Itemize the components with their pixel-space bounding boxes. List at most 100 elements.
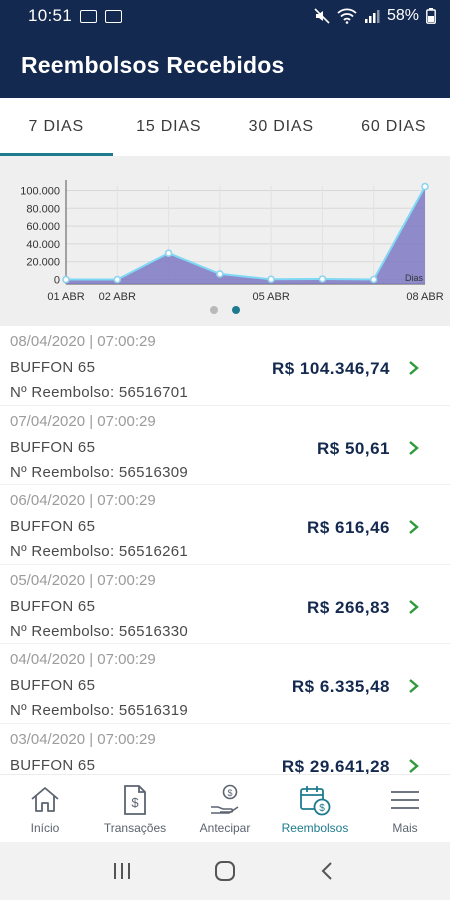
bottom-nav: Início $ Transações $ Antecipar $ Reembo… bbox=[0, 774, 450, 842]
data-point[interactable] bbox=[216, 270, 224, 278]
image-icon bbox=[105, 9, 123, 23]
y-tick-label: 20.000 bbox=[26, 257, 60, 269]
mute-icon bbox=[314, 8, 330, 24]
nav-label-reembolsos: Reembolsos bbox=[281, 821, 349, 835]
nav-inicio[interactable]: Início bbox=[0, 775, 90, 842]
battery-icon bbox=[426, 8, 436, 24]
reimbursement-chart[interactable]: 100.000 80.000 60.000 40.000 20.000 0 Dias 01 A… bbox=[0, 156, 450, 326]
data-point[interactable] bbox=[113, 275, 122, 284]
series-area bbox=[66, 186, 425, 284]
list-item[interactable]: 08/04/2020 | 07:00:29 BUFFON 65 Nº Reembol… bbox=[0, 326, 450, 406]
x-tick-label: 05 ABR bbox=[252, 291, 289, 303]
data-point[interactable] bbox=[164, 249, 173, 257]
nav-label-transacoes: Transações bbox=[103, 821, 167, 835]
item-name: BUFFON 65 bbox=[10, 597, 96, 615]
data-point[interactable] bbox=[267, 275, 275, 284]
item-reimbursement-number: Nº Reembolso: 56516309 bbox=[10, 463, 189, 481]
wifi-icon bbox=[337, 8, 357, 24]
svg-text:$: $ bbox=[319, 803, 325, 814]
tab-60-dias[interactable]: 60 DIAS bbox=[338, 98, 450, 156]
status-time: 10:51 bbox=[28, 6, 73, 25]
y-tick-label: 60.000 bbox=[26, 221, 60, 233]
list-item[interactable]: 06/04/2020 | 07:00:29 BUFFON 65 Nº Reembol… bbox=[0, 485, 450, 565]
tab-30-dias[interactable]: 30 DIAS bbox=[225, 98, 338, 156]
tab-15-dias[interactable]: 15 DIAS bbox=[113, 98, 226, 156]
chart-svg: 100.000 80.000 60.000 40.000 20.000 0 Dias 01 A… bbox=[20, 180, 444, 303]
chevron-right-icon[interactable] bbox=[408, 360, 420, 376]
item-date: 04/04/2020 | 07:00:29 bbox=[10, 651, 156, 668]
item-reimbursement-number: Nº Reembolso: 56516319 bbox=[10, 702, 189, 719]
nav-mais[interactable]: Mais bbox=[360, 775, 450, 842]
item-reimbursement-number: Nº Reembolso: 56516701 bbox=[10, 384, 189, 401]
data-point[interactable] bbox=[369, 275, 378, 284]
x-tick-label: 08 ABR bbox=[406, 291, 443, 303]
item-name: BUFFON 65 bbox=[10, 438, 96, 456]
list-item[interactable]: 07/04/2020 | 07:00:29 BUFFON 65 Nº Reembol… bbox=[0, 406, 450, 485]
hand-coin-icon: $ bbox=[211, 784, 239, 814]
nav-transacoes[interactable]: $ Transações bbox=[90, 775, 180, 842]
nav-label-antecipar: Antecipar bbox=[199, 821, 251, 835]
reimbursement-list: 08/04/2020 | 07:00:29 BUFFON 65 Nº Reembol… bbox=[0, 326, 450, 774]
chevron-right-icon[interactable] bbox=[408, 678, 420, 694]
pager-dot-2[interactable] bbox=[232, 306, 240, 314]
signal-icon bbox=[364, 10, 380, 23]
x-tick-label: 02 ABR bbox=[99, 291, 136, 303]
status-bar: 10:51 58% bbox=[0, 0, 450, 32]
series-line bbox=[66, 186, 426, 281]
item-name: BUFFON 65 bbox=[10, 359, 96, 376]
item-amount: R$ 6.335,48 bbox=[291, 677, 390, 696]
y-tick-label: 0 bbox=[54, 275, 60, 287]
calendar-dollar-icon: $ bbox=[300, 786, 331, 816]
period-tabs: 7 DIAS 15 DIAS 30 DIAS 60 DIAS bbox=[0, 98, 450, 156]
data-point[interactable] bbox=[62, 275, 70, 284]
home-button-icon[interactable] bbox=[213, 859, 237, 883]
nav-reembolsos[interactable]: $ Reembolsos bbox=[270, 775, 360, 842]
svg-text:$: $ bbox=[131, 795, 139, 810]
item-amount: R$ 266,83 bbox=[307, 597, 390, 617]
home-icon bbox=[31, 787, 59, 812]
item-amount: R$ 29.641,28 bbox=[281, 756, 390, 775]
item-amount: R$ 616,46 bbox=[307, 518, 390, 537]
x-unit-label: Dias bbox=[405, 273, 424, 283]
x-tick-label: 01 ABR bbox=[47, 291, 84, 303]
item-date: 05/04/2020 | 07:00:29 bbox=[10, 571, 156, 589]
list-item[interactable]: 03/04/2020 | 07:00:29 BUFFON 65 R$ 29.641,… bbox=[0, 724, 450, 775]
battery-percentage: 58% bbox=[386, 7, 419, 24]
y-tick-label: 80.000 bbox=[26, 203, 60, 215]
recent-apps-icon[interactable] bbox=[110, 859, 134, 883]
nav-label-inicio: Início bbox=[30, 821, 60, 835]
item-date: 06/04/2020 | 07:00:29 bbox=[10, 492, 156, 509]
item-amount: R$ 104.346,74 bbox=[271, 359, 390, 378]
data-point[interactable] bbox=[318, 275, 327, 283]
status-right: 58% bbox=[314, 7, 436, 25]
item-reimbursement-number: Nº Reembolso: 56516330 bbox=[10, 622, 189, 640]
item-name: BUFFON 65 bbox=[10, 518, 96, 535]
y-tick-label: 100.000 bbox=[20, 185, 60, 197]
notification-icon bbox=[80, 9, 98, 23]
app-bar: Reembolsos Recebidos bbox=[0, 32, 450, 98]
item-date: 08/04/2020 | 07:00:29 bbox=[10, 333, 156, 350]
chevron-right-icon[interactable] bbox=[408, 758, 420, 774]
page-title: Reembolsos Recebidos bbox=[21, 51, 285, 78]
chevron-right-icon[interactable] bbox=[408, 519, 420, 535]
list-item[interactable]: 05/04/2020 | 07:00:29 BUFFON 65 Nº Reembol… bbox=[0, 565, 450, 644]
pager-dot-1[interactable] bbox=[210, 306, 218, 314]
chart-pager bbox=[0, 306, 450, 314]
tab-7-dias[interactable]: 7 DIAS bbox=[0, 98, 113, 156]
list-item[interactable]: 04/04/2020 | 07:00:29 BUFFON 65 Nº Reembol… bbox=[0, 644, 450, 724]
menu-icon bbox=[391, 791, 419, 809]
nav-antecipar[interactable]: $ Antecipar bbox=[180, 775, 270, 842]
item-reimbursement-number: Nº Reembolso: 56516261 bbox=[10, 543, 189, 560]
svg-text:$: $ bbox=[227, 788, 232, 798]
system-nav bbox=[0, 842, 450, 900]
data-point[interactable] bbox=[421, 182, 429, 191]
document-dollar-icon: $ bbox=[124, 785, 146, 815]
chevron-right-icon[interactable] bbox=[408, 440, 420, 456]
item-date: 07/04/2020 | 07:00:29 bbox=[10, 412, 156, 430]
y-tick-label: 40.000 bbox=[26, 239, 60, 251]
item-name: BUFFON 65 bbox=[10, 756, 96, 774]
item-amount: R$ 50,61 bbox=[317, 438, 390, 458]
chevron-right-icon[interactable] bbox=[408, 599, 420, 615]
back-icon[interactable] bbox=[316, 859, 340, 883]
item-name: BUFFON 65 bbox=[10, 677, 96, 694]
